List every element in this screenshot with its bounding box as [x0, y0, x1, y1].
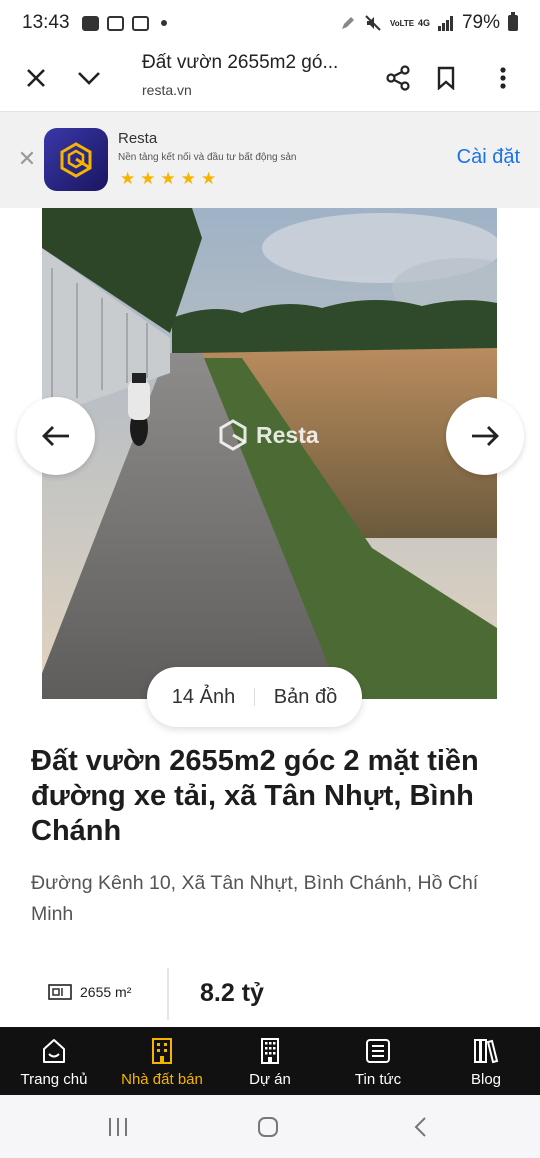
status-left: 13:43 — [22, 12, 167, 34]
bottom-navigation: Trang chủ Nhà đất bán Dự án Tin tức Blog — [0, 1027, 540, 1095]
nav-label-for-sale: Nhà đất bán — [121, 1071, 203, 1088]
spec-divider — [167, 968, 169, 1020]
chevron-down-icon — [78, 72, 100, 85]
apartment-icon — [256, 1037, 284, 1065]
signal-icon — [437, 15, 454, 31]
area-value: 2655 m² — [80, 984, 132, 1000]
app-name: Resta — [118, 130, 158, 147]
motorbike — [128, 373, 150, 446]
home-circle-icon — [258, 1117, 278, 1137]
status-bar: 13:43 VoLTE 4G 79% — [0, 0, 540, 46]
landscape-photo — [42, 208, 497, 699]
resta-logo-icon — [60, 141, 92, 178]
nav-label-projects: Dự án — [249, 1071, 291, 1088]
nav-label-home: Trang chủ — [20, 1071, 88, 1088]
battery-icon — [508, 12, 518, 31]
nav-item-blog[interactable]: Blog — [432, 1027, 540, 1095]
watermark-text: Resta — [256, 421, 319, 448]
listing-title: Đất vườn 2655m2 góc 2 mặt tiền đường xe … — [31, 745, 479, 847]
mute-icon — [365, 15, 381, 31]
price-value: 8.2 tỷ — [200, 979, 264, 1007]
status-time: 13:43 — [22, 12, 70, 33]
nav-item-for-sale[interactable]: Nhà đất bán — [108, 1027, 216, 1095]
back-chevron-icon — [414, 1117, 426, 1137]
bookmark-icon — [437, 66, 455, 90]
network-indicator: 4G — [417, 17, 430, 28]
listing-specs: 2655 m² 8.2 tỷ — [0, 964, 540, 1022]
battery-percent: 79% — [461, 12, 500, 33]
more-options-button[interactable] — [481, 56, 525, 100]
home-system-button[interactable] — [248, 1112, 288, 1142]
more-vertical-icon — [500, 67, 506, 89]
nav-item-projects[interactable]: Dự án — [216, 1027, 324, 1095]
star-icon: ★ — [140, 169, 156, 188]
previous-photo-button[interactable] — [17, 397, 95, 475]
page-title-area[interactable]: Đất vườn 2655m2 gó... resta.vn — [142, 52, 362, 98]
share-icon — [386, 65, 410, 91]
resta-watermark-icon — [219, 419, 247, 451]
map-tab[interactable]: Bản đồ — [255, 686, 362, 709]
area-spec: 2655 m² — [48, 984, 131, 1000]
photo-watermark: Resta — [216, 418, 319, 452]
app-logo-icon — [44, 128, 108, 191]
next-photo-button[interactable] — [446, 397, 524, 475]
install-app-button[interactable]: Cài đặt — [457, 146, 520, 169]
listing-address: Đường Kênh 10, Xã Tân Nhựt, Bình Chánh, … — [31, 872, 479, 925]
share-button[interactable] — [376, 56, 420, 100]
news-icon — [364, 1037, 392, 1065]
browser-toolbar: Đất vườn 2655m2 gó... resta.vn — [0, 46, 540, 112]
app-rating: ★ ★ ★ ★ ★ — [120, 169, 216, 189]
star-icon: ★ — [201, 169, 217, 188]
collapse-button[interactable] — [67, 56, 111, 100]
listing-photo[interactable] — [42, 208, 497, 699]
app-install-banner: ✕ Resta Nền tảng kết nối và đầu tư bất đ… — [0, 112, 540, 208]
banner-close-button[interactable]: ✕ — [16, 148, 38, 170]
volte-indicator: VoLTE — [389, 18, 415, 28]
building-icon — [148, 1037, 176, 1065]
arrow-right-icon — [472, 426, 499, 446]
close-icon — [27, 69, 45, 87]
nav-label-blog: Blog — [470, 1071, 502, 1088]
gallery-toggle: 14 Ảnh Bản đồ — [147, 667, 362, 727]
recent-apps-icon — [109, 1118, 127, 1136]
app-notification-icon — [106, 15, 124, 31]
page-title: Đất vườn 2655m2 gó... — [142, 52, 339, 73]
star-icon: ★ — [180, 169, 196, 188]
area-icon — [48, 984, 72, 1000]
app-tagline: Nền tảng kết nối và đầu tư bất động sản — [118, 152, 297, 163]
nav-item-home[interactable]: Trang chủ — [0, 1027, 108, 1095]
star-icon: ★ — [120, 169, 136, 188]
back-system-button[interactable] — [400, 1112, 440, 1142]
recent-apps-button[interactable] — [98, 1112, 138, 1142]
home-icon — [40, 1037, 68, 1065]
books-icon — [472, 1037, 500, 1065]
gallery-notification-icon — [81, 15, 99, 31]
system-navigation-bar — [0, 1095, 540, 1158]
status-right: VoLTE 4G 79% — [340, 12, 518, 34]
page-url: resta.vn — [142, 82, 192, 98]
more-notifications-icon — [160, 20, 167, 26]
nav-item-news[interactable]: Tin tức — [324, 1027, 432, 1095]
message-notification-icon — [131, 15, 149, 31]
close-tab-button[interactable] — [14, 56, 58, 100]
bookmark-button[interactable] — [424, 56, 468, 100]
star-icon: ★ — [160, 169, 176, 188]
arrow-left-icon — [42, 426, 69, 446]
pen-icon — [341, 17, 354, 29]
photos-tab[interactable]: 14 Ảnh — [147, 686, 254, 709]
nav-label-news: Tin tức — [354, 1071, 402, 1088]
